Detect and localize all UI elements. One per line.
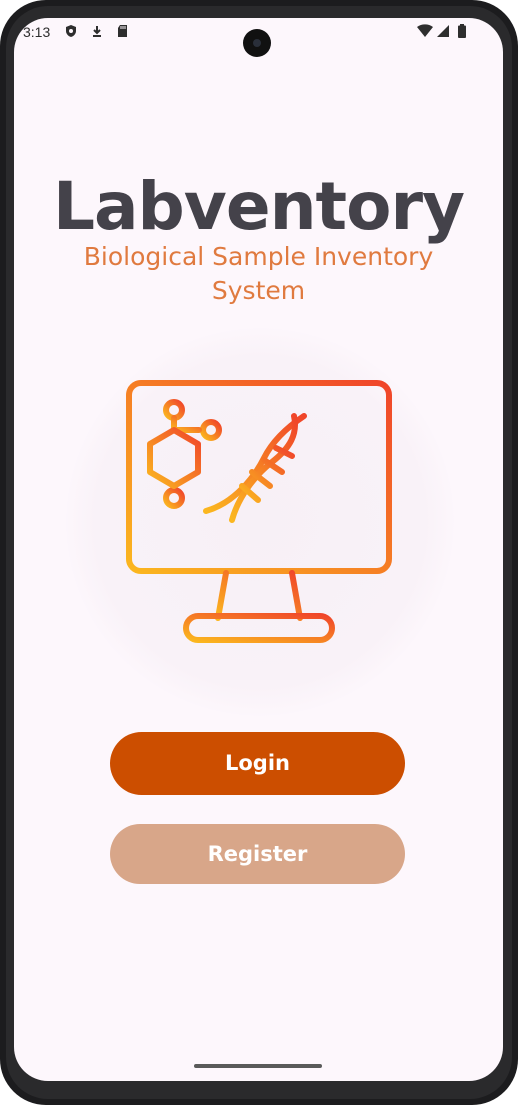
wifi-icon (417, 24, 433, 37)
battery-icon (458, 24, 466, 38)
monitor-dna-molecule-icon (126, 380, 392, 643)
status-time: 3:13 (23, 24, 51, 40)
home-indicator[interactable] (194, 1064, 322, 1068)
app-screen: 3:13 Labventory Biological Sample Invent… (14, 18, 503, 1081)
login-button[interactable]: Login (110, 732, 405, 795)
signal-icon (437, 25, 449, 37)
app-subtitle: Biological Sample Inventory System (83, 242, 434, 305)
shield-icon (66, 25, 76, 37)
sd-card-icon (118, 25, 127, 37)
register-button[interactable]: Register (110, 824, 405, 884)
front-camera (243, 29, 271, 57)
download-icon (93, 26, 101, 37)
app-title: Labventory (52, 168, 465, 245)
phone-frame: 3:13 Labventory Biological Sample Invent… (0, 0, 518, 1105)
